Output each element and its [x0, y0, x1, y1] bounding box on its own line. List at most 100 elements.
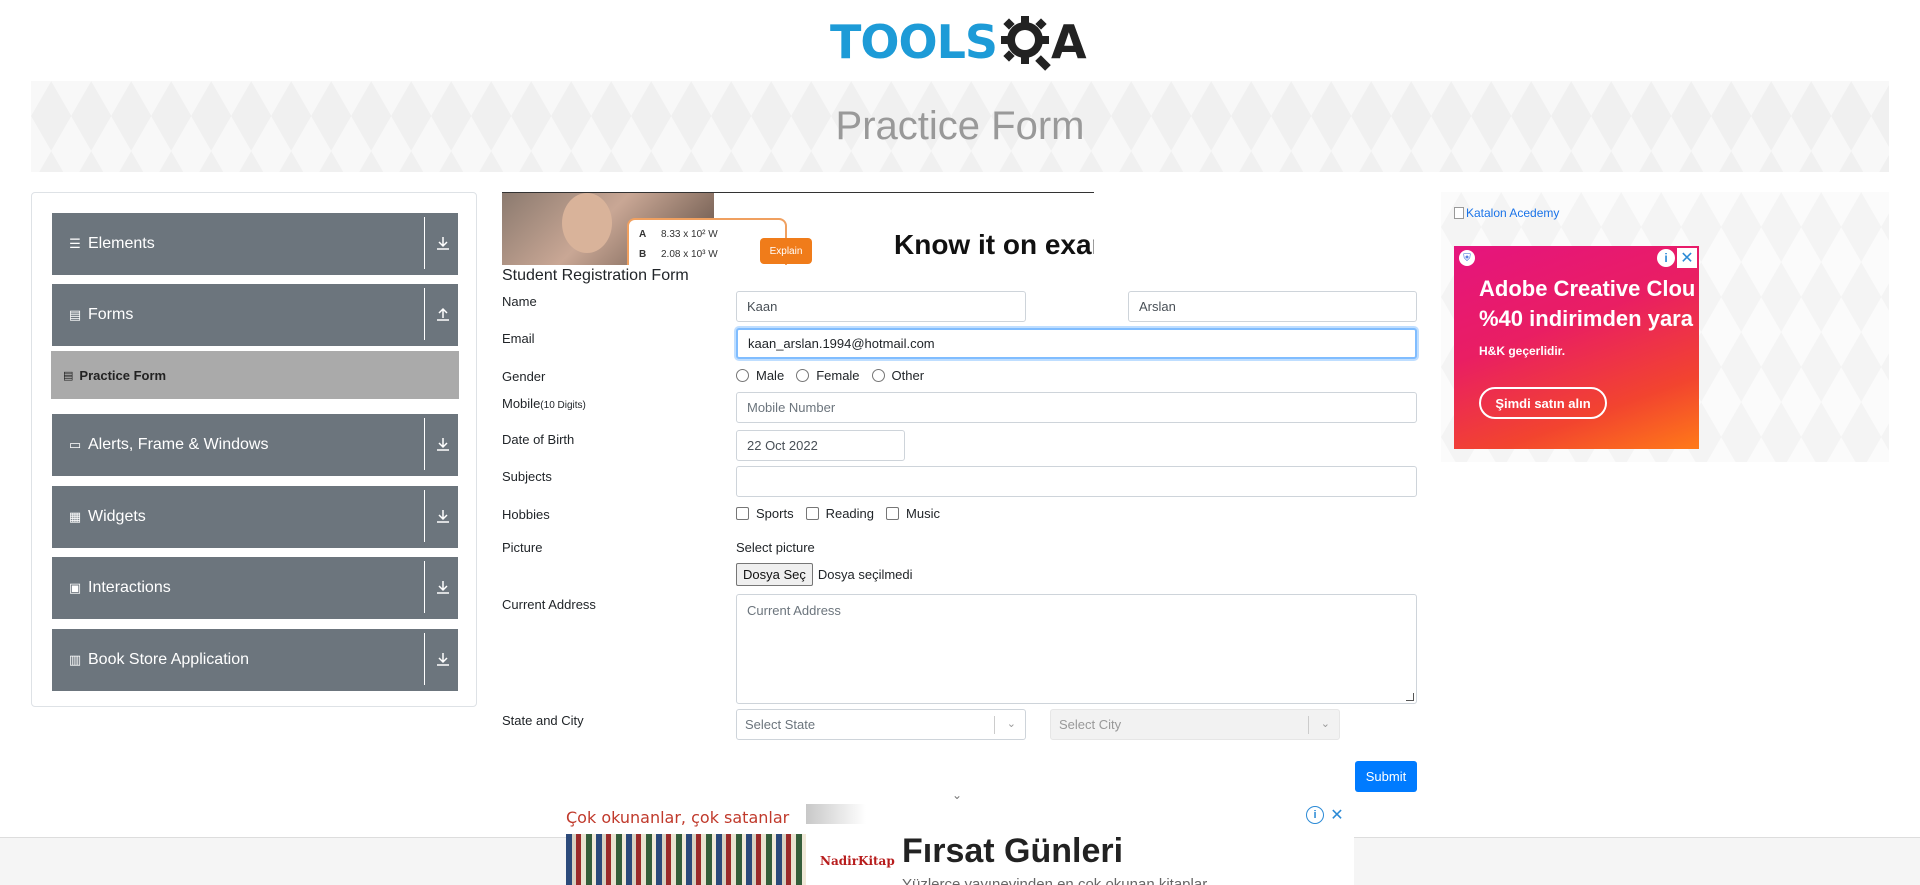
- select-picture-label: Select picture: [736, 540, 815, 555]
- adobe-line-1: Adobe Creative Clou: [1479, 276, 1696, 301]
- download-icon[interactable]: [424, 633, 460, 685]
- choose-file-button[interactable]: Dosya Seç: [736, 563, 813, 586]
- city-select[interactable]: Select City ⌄: [1050, 709, 1340, 740]
- hobbies-label: Hobbies: [502, 507, 550, 522]
- close-icon[interactable]: ✕: [1677, 248, 1697, 268]
- gender-female-radio[interactable]: Female: [796, 368, 860, 383]
- bookshelf-image: [566, 834, 806, 885]
- radio-circle[interactable]: [796, 369, 810, 382]
- state-placeholder: Select State: [745, 717, 816, 732]
- list-icon: ☰: [69, 236, 81, 251]
- books-icon: ▥: [68, 652, 82, 667]
- mobile-input[interactable]: Mobile Number: [736, 392, 1417, 423]
- ad-explain-button[interactable]: Explain: [760, 238, 812, 264]
- ad-row-a: 8.33 x 10² W: [661, 229, 718, 240]
- sidebar-group-label: Interactions: [88, 579, 171, 596]
- address-label: Current Address: [502, 597, 596, 612]
- gender-male-radio[interactable]: Male: [736, 368, 784, 383]
- form-icon: ▤: [68, 307, 82, 322]
- ad-fade: [806, 804, 866, 824]
- logo-text-a: A: [1051, 15, 1087, 69]
- ad-headline: Know it on exar: [894, 229, 1094, 260]
- email-input[interactable]: kaan_arslan.1994@hotmail.com: [736, 328, 1417, 359]
- bottom-ad-headline: Fırsat Günleri: [902, 832, 1124, 870]
- bottom-ad-tagline: Çok okunanlar, çok satanlar: [566, 808, 790, 827]
- sidebar-group-interactions[interactable]: ▣ Interactions: [50, 555, 460, 619]
- form-title: Student Registration Form: [502, 267, 689, 284]
- katalon-ad-link[interactable]: Katalon Acedemy: [1454, 206, 1559, 220]
- sidebar-group-book-store[interactable]: ▥ Book Store Application: [50, 627, 460, 691]
- bottom-advertisement[interactable]: Çok okunanlar, çok satanlar NadirKitap F…: [566, 804, 1354, 885]
- select-separator: [1308, 716, 1309, 734]
- checkbox-box[interactable]: [736, 507, 749, 520]
- ad-row-b: 2.08 x 10³ W: [661, 249, 718, 260]
- top-advertisement[interactable]: A 8.33 x 10² W B 2.08 x 10³ W Explain Know…: [502, 192, 1094, 265]
- gear-magnifier-icon: [1001, 16, 1051, 71]
- page-title: Practice Form: [835, 104, 1085, 148]
- email-label: Email: [502, 331, 535, 346]
- mobile-label-text: Mobile: [502, 396, 541, 411]
- first-name-input[interactable]: Kaan: [736, 291, 1026, 322]
- sidebar-group-alerts[interactable]: ▭ Alerts, Frame & Windows: [50, 412, 460, 476]
- upload-icon[interactable]: [424, 288, 460, 340]
- checkbox-label: Sports: [756, 506, 794, 521]
- gender-label: Gender: [502, 369, 546, 384]
- adobe-cta-button[interactable]: Şimdi satın alın: [1479, 387, 1607, 419]
- radio-label: Female: [816, 368, 860, 383]
- gender-other-radio[interactable]: Other: [871, 368, 925, 383]
- sidebar-group-label: Elements: [88, 235, 155, 252]
- sidebar-group-label: Book Store Application: [88, 651, 249, 668]
- subjects-label: Subjects: [502, 469, 552, 484]
- ad-letter-b: B: [639, 249, 647, 260]
- chevron-down-icon[interactable]: ⌄: [952, 788, 962, 802]
- state-select[interactable]: Select State ⌄: [736, 709, 1026, 740]
- dob-input[interactable]: 22 Oct 2022: [736, 430, 905, 461]
- file-upload: Dosya Seç Dosya seçilmedi: [736, 563, 913, 586]
- sidebar-group-elements[interactable]: ☰ Elements: [50, 211, 460, 275]
- chevron-down-icon[interactable]: ⌄: [1007, 717, 1016, 730]
- subjects-input[interactable]: [736, 466, 1417, 497]
- checkbox-box[interactable]: [886, 507, 900, 520]
- sidebar: ☰ Elements ▤ Forms ▤ Practice Form ▭ Ale…: [31, 192, 477, 707]
- city-placeholder: Select City: [1059, 717, 1122, 732]
- info-icon[interactable]: i: [1657, 249, 1675, 267]
- download-icon[interactable]: [424, 561, 460, 613]
- address-placeholder: Current Address: [747, 603, 841, 618]
- checkbox-label: Music: [906, 506, 940, 521]
- adobe-advertisement[interactable]: ⛨ i ✕ Adobe Creative Clou %40 indirimden…: [1454, 246, 1699, 449]
- submit-button[interactable]: Submit: [1355, 761, 1417, 792]
- download-icon[interactable]: [424, 490, 460, 542]
- current-address-textarea[interactable]: Current Address: [736, 594, 1417, 704]
- adobe-note: H&K geçerlidir.: [1479, 344, 1566, 358]
- radio-label: Other: [891, 368, 925, 383]
- sidebar-group-widgets[interactable]: ▦ Widgets: [50, 484, 460, 548]
- sidebar-group-forms[interactable]: ▤ Forms: [50, 282, 460, 346]
- radio-circle[interactable]: [871, 369, 885, 382]
- download-icon[interactable]: [424, 418, 460, 470]
- hobby-music-checkbox[interactable]: Music: [886, 506, 940, 521]
- select-separator: [994, 716, 995, 734]
- radio-label: Male: [756, 368, 785, 383]
- hobby-sports-checkbox[interactable]: Sports: [736, 506, 794, 521]
- hobby-reading-checkbox[interactable]: Reading: [805, 506, 875, 521]
- checkbox-box[interactable]: [805, 507, 819, 520]
- chevron-down-icon[interactable]: ⌄: [1321, 717, 1330, 730]
- checkbox-label: Reading: [825, 506, 875, 521]
- hobbies-checkbox-group: Sports Reading Music: [736, 506, 952, 521]
- adchoices-shield-icon[interactable]: ⛨: [1459, 250, 1475, 266]
- info-icon[interactable]: i: [1306, 806, 1324, 824]
- radio-circle[interactable]: [736, 369, 749, 382]
- close-icon[interactable]: ✕: [1328, 806, 1346, 824]
- form-icon: ▤: [63, 369, 74, 382]
- adobe-headline: Adobe Creative Clou %40 indirimden yara: [1479, 274, 1695, 334]
- download-icon[interactable]: [424, 217, 460, 269]
- sidebar-group-label: Widgets: [88, 508, 146, 525]
- toolsqa-logo[interactable]: TOOLS A: [830, 12, 1087, 72]
- gender-radio-group: Male Female Other: [736, 368, 936, 383]
- adobe-line-2: %40 indirimden yara: [1479, 306, 1693, 331]
- sidebar-item-practice-form[interactable]: ▤ Practice Form: [50, 350, 460, 400]
- sidebar-group-label: Forms: [88, 306, 134, 323]
- last-name-input[interactable]: Arslan: [1128, 291, 1417, 322]
- katalon-alt-text: Katalon Acedemy: [1466, 206, 1560, 220]
- resize-handle-icon[interactable]: [1406, 693, 1414, 701]
